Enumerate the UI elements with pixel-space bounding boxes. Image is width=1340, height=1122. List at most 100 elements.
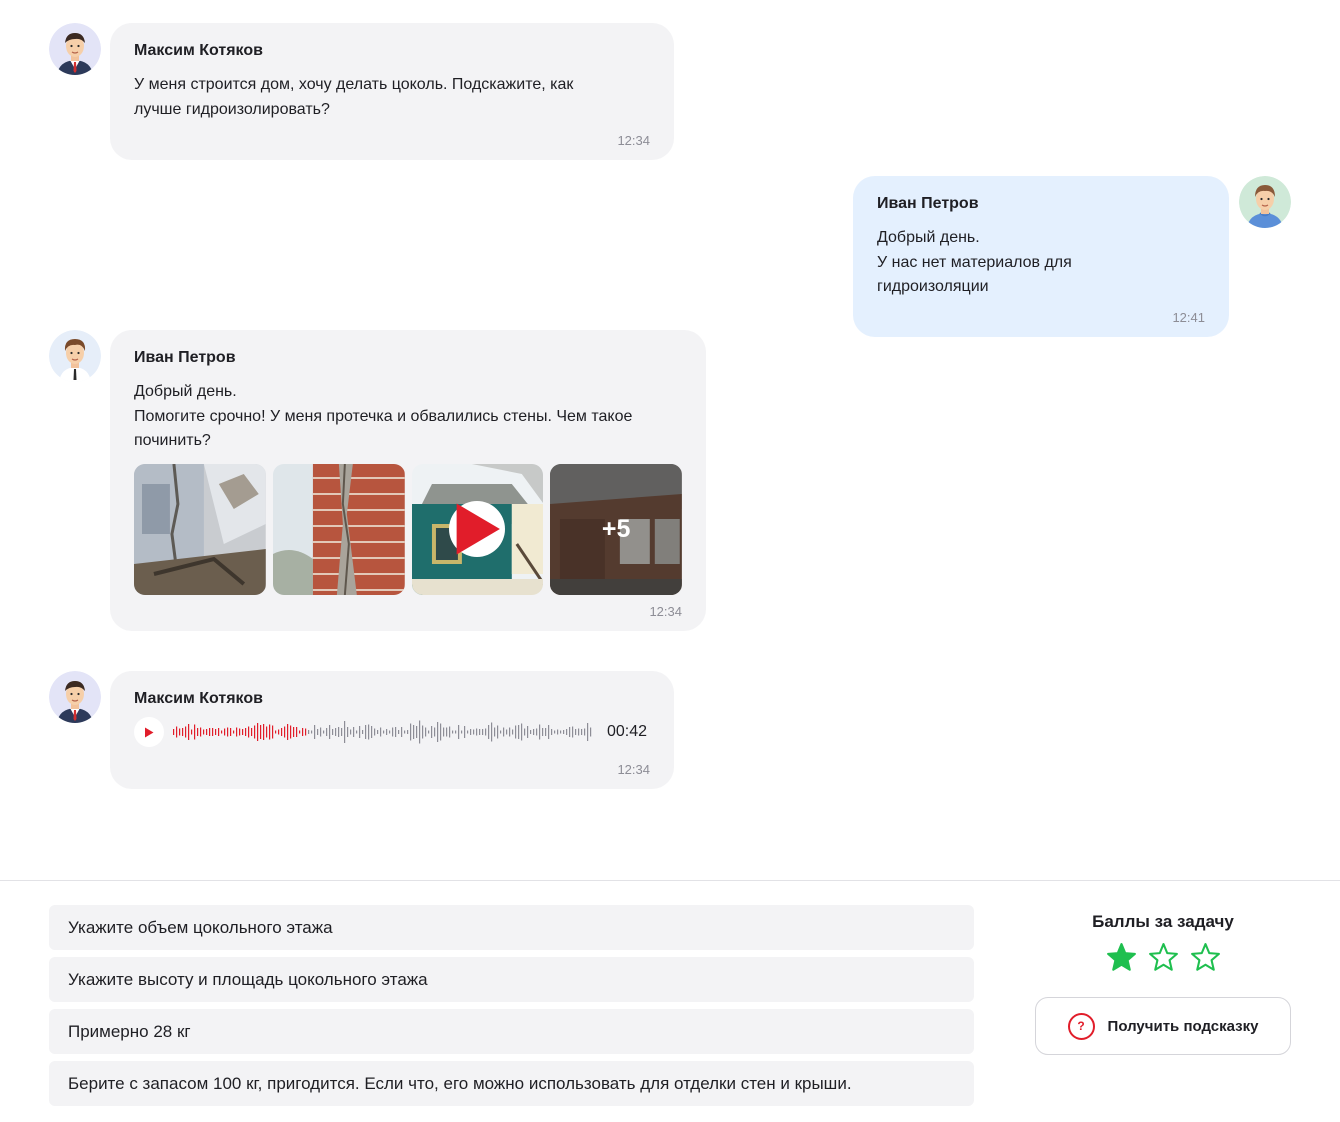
answer-option[interactable]: Укажите объем цокольного этажа	[49, 905, 974, 950]
star-icon	[1190, 943, 1220, 971]
message-text: Добрый день. Помогите срочно! У меня про…	[134, 380, 682, 454]
waveform-bar	[341, 728, 343, 736]
waveform-bar	[332, 729, 334, 735]
waveform-bar	[347, 727, 349, 737]
avatar-ivan-dark[interactable]	[49, 330, 101, 382]
waveform-bar	[257, 723, 259, 741]
waveform-bar	[206, 729, 208, 735]
message-bubble: Иван Петров Добрый день. Помогите срочно…	[110, 330, 706, 631]
get-hint-button[interactable]: ? Получить подсказку	[1035, 997, 1291, 1055]
waveform-bar	[464, 726, 466, 738]
waveform-bar	[230, 728, 232, 736]
waveform-bar	[209, 728, 211, 736]
waveform-bar	[269, 724, 271, 740]
waveform-bar	[254, 725, 256, 739]
message-line: У нас нет материалов для	[877, 253, 1072, 271]
waveform-bar	[428, 730, 430, 734]
message-author: Максим Котяков	[134, 42, 263, 59]
waveform-bar	[203, 729, 205, 735]
audio-waveform[interactable]	[173, 717, 593, 747]
waveform-bar	[386, 729, 388, 735]
waveform-bar	[314, 725, 316, 739]
waveform-bar	[338, 727, 340, 737]
waveform-bar	[467, 730, 469, 734]
waveform-bar	[503, 727, 505, 737]
message-bubble-outgoing: Иван Петров Добрый день. У нас нет матер…	[853, 176, 1229, 337]
message-line: гидроизоляции	[877, 278, 989, 295]
video-play-button[interactable]	[449, 501, 506, 557]
answer-option[interactable]: Укажите высоту и площадь цокольного этаж…	[49, 957, 974, 1002]
waveform-bar	[452, 730, 454, 734]
waveform-bar	[329, 725, 331, 739]
answer-option[interactable]: Примерно 28 кг	[49, 1009, 974, 1054]
waveform-bar	[173, 729, 175, 735]
waveform-bar	[431, 726, 433, 738]
waveform-bar	[179, 728, 181, 736]
waveform-bar	[509, 727, 511, 737]
voice-message-bubble: Максим Котяков 00:42 12:34	[110, 671, 674, 789]
question-icon: ?	[1067, 1012, 1095, 1040]
waveform-bar	[476, 728, 478, 736]
waveform-bar	[353, 727, 355, 737]
waveform-bar	[197, 728, 199, 736]
message-text: У меня строится дом, хочу делать цоколь.…	[134, 73, 650, 122]
waveform-bar	[404, 730, 406, 734]
message-author: Иван Петров	[877, 195, 979, 212]
waveform-bar	[218, 728, 220, 736]
waveform-bar	[440, 723, 442, 741]
photo-thumbnail-more[interactable]: +5	[550, 463, 682, 595]
avatar-ivan-light[interactable]	[1239, 176, 1291, 228]
waveform-bar	[356, 730, 358, 734]
waveform-bar	[473, 729, 475, 735]
hint-button-label: Получить подсказку	[1107, 1017, 1259, 1035]
message-line: Добрый день.	[134, 383, 237, 400]
waveform-bar	[530, 730, 532, 734]
waveform-bar	[437, 722, 439, 742]
star-icon	[1106, 943, 1136, 971]
media-gallery: +5	[134, 463, 682, 595]
waveform-bar	[290, 725, 292, 739]
waveform-bar	[227, 727, 229, 737]
video-thumbnail-house[interactable]	[411, 463, 544, 595]
more-media-counter: +5	[601, 514, 631, 543]
waveform-bar	[272, 725, 274, 739]
waveform-bar	[362, 730, 364, 734]
waveform-bar	[311, 730, 313, 734]
answer-option[interactable]: Берите с запасом 100 кг, пригодится. Есл…	[49, 1061, 974, 1106]
message-time: 12:34	[649, 604, 682, 619]
message-line: У меня строится дом, хочу делать цоколь.…	[134, 76, 574, 93]
waveform-bar	[551, 729, 553, 735]
audio-player: 00:42	[134, 717, 650, 747]
photo-thumbnail-cracked-wall[interactable]	[134, 463, 266, 595]
avatar-maksim[interactable]	[49, 23, 101, 75]
waveform-bar	[569, 727, 571, 737]
waveform-bar	[536, 728, 538, 736]
waveform-bar	[365, 725, 367, 739]
waveform-bar	[560, 730, 562, 734]
waveform-bar	[377, 730, 379, 734]
message-bubble: Максим Котяков У меня строится дом, хочу…	[110, 23, 674, 160]
waveform-bar	[239, 728, 241, 736]
waveform-bar	[251, 728, 253, 736]
waveform-bar	[449, 726, 451, 738]
waveform-bar	[176, 726, 178, 738]
photo-thumbnail-brick-crack[interactable]	[272, 463, 405, 595]
waveform-bar	[563, 730, 565, 734]
waveform-bar	[380, 727, 382, 737]
waveform-bar	[527, 726, 529, 738]
waveform-bar	[479, 729, 481, 735]
audio-play-button[interactable]	[134, 717, 164, 747]
avatar-maksim[interactable]	[49, 671, 101, 723]
waveform-bar	[521, 723, 523, 741]
waveform-bar	[260, 725, 262, 739]
waveform-bar	[506, 729, 508, 735]
waveform-bar	[383, 730, 385, 734]
waveform-bar	[548, 725, 550, 739]
waveform-bar	[284, 726, 286, 738]
waveform-bar	[554, 730, 556, 734]
score-stars	[1035, 942, 1291, 973]
waveform-bar	[278, 729, 280, 735]
waveform-bar	[410, 723, 412, 741]
audio-duration: 00:42	[607, 723, 648, 740]
waveform-bar	[545, 728, 547, 736]
